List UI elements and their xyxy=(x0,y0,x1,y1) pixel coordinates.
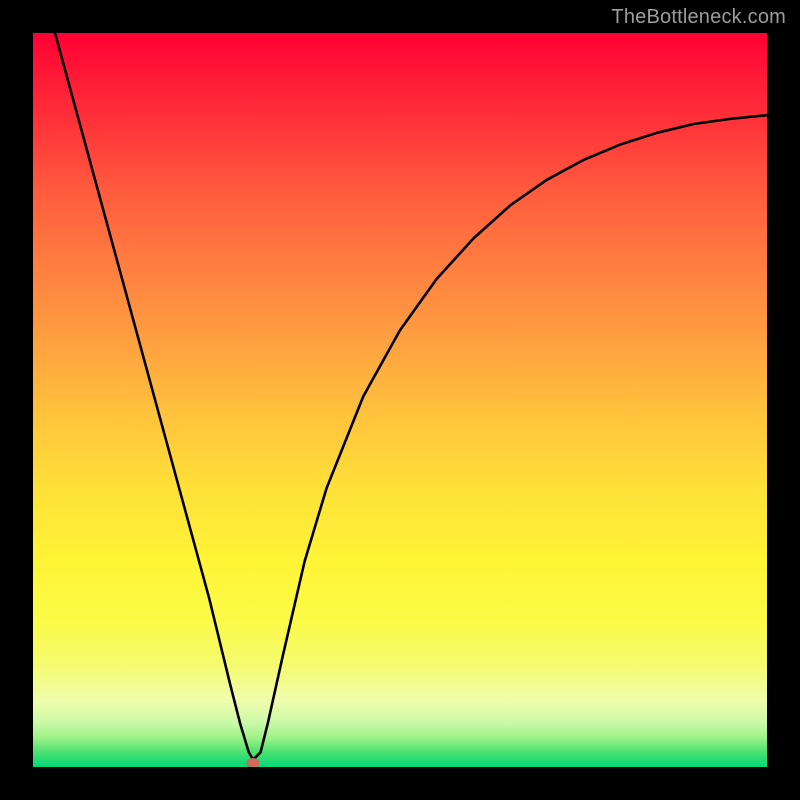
watermark-text: TheBottleneck.com xyxy=(611,6,786,29)
plot-area xyxy=(33,33,767,767)
bottleneck-curve xyxy=(33,33,767,767)
optimal-point-marker xyxy=(247,758,260,767)
chart-frame: TheBottleneck.com xyxy=(0,0,800,800)
